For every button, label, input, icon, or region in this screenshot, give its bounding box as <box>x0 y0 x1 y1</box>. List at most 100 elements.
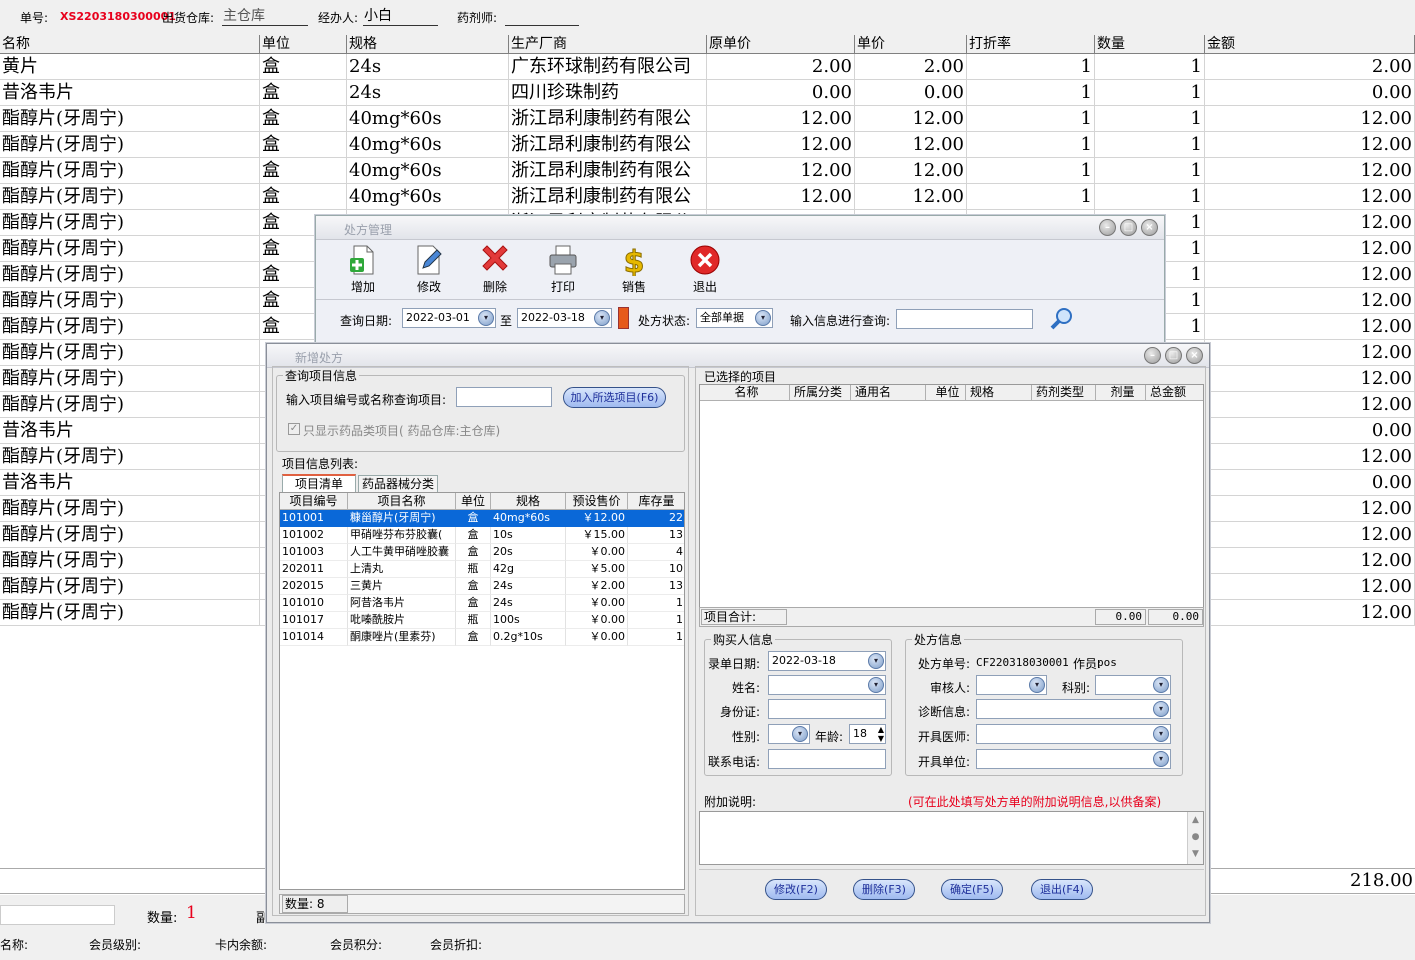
search-icon[interactable] <box>1049 306 1075 332</box>
edit-button[interactable]: 修改 <box>404 244 454 298</box>
new-rx-titlebar[interactable]: 新增处方 – □ × <box>267 344 1209 368</box>
diagnosis-select[interactable]: ▾ <box>976 699 1171 719</box>
table-row[interactable]: 酯醇片(牙周宁)盒40mg*60s浙江昂利康制药有限公12.0012.00111… <box>0 184 1415 210</box>
query-input[interactable] <box>456 387 552 407</box>
sel-col-unit[interactable]: 单位 <box>926 385 966 401</box>
dropdown-icon[interactable]: ▾ <box>868 653 884 669</box>
date-to-picker[interactable]: 2022-03-18 ▾ <box>517 308 612 328</box>
grid-col-amount[interactable]: 金额 <box>1205 35 1415 54</box>
close-icon[interactable]: × <box>1186 347 1203 364</box>
grid-col-name[interactable]: 名称 <box>0 35 260 54</box>
dropdown-icon[interactable]: ▾ <box>1153 677 1169 693</box>
dropdown-icon[interactable]: ▾ <box>1153 751 1169 767</box>
tab-drug-category[interactable]: 药品器械分类 <box>358 475 438 493</box>
minimize-icon[interactable]: – <box>1144 347 1161 364</box>
list-item[interactable]: 101010 阿昔洛韦片盒 24s ￥0.00 1 <box>280 595 684 612</box>
sel-col-spec[interactable]: 规格 <box>966 385 1032 401</box>
note-scrollbar[interactable]: ▲ ● ▼ <box>1187 812 1203 864</box>
col-stock[interactable]: 库存量 <box>628 493 684 510</box>
maximize-icon[interactable]: □ <box>1165 347 1182 364</box>
col-item-name[interactable]: 项目名称 <box>348 493 456 510</box>
sel-col-total[interactable]: 总金额 <box>1146 385 1203 401</box>
maximize-icon[interactable]: □ <box>1120 219 1137 236</box>
col-spec[interactable]: 规格 <box>491 493 566 510</box>
sel-col-name[interactable]: 名称 <box>700 385 790 401</box>
grid-col-maker[interactable]: 生产厂商 <box>509 35 707 54</box>
doctor-select[interactable]: ▾ <box>976 724 1171 744</box>
grid-col-orig-price[interactable]: 原单价 <box>707 35 855 54</box>
barcode-input[interactable] <box>0 905 115 925</box>
grid-col-discount[interactable]: 打折率 <box>967 35 1095 54</box>
delete-button[interactable]: 删除 <box>470 244 520 298</box>
confirm-f5-button[interactable]: 确定(F5) <box>941 879 1003 900</box>
pharmacist-field[interactable] <box>505 5 579 26</box>
grid-col-unit[interactable]: 单位 <box>260 35 347 54</box>
date-toggle-icon[interactable] <box>618 307 629 329</box>
sell-button[interactable]: $ 销售 <box>609 244 659 298</box>
list-item[interactable]: 101001 糠甾醇片(牙周宁) 盒 40mg*60s ￥12.00 22 <box>280 510 684 527</box>
table-row[interactable]: 昔洛韦片盒 24s 四川珍珠制药 0.00 0.00 1 1 0.00 <box>0 80 1415 106</box>
list-item[interactable]: 202015 三黄片盒 24s ￥2.00 13 <box>280 578 684 595</box>
dropdown-icon[interactable]: ▾ <box>755 310 771 326</box>
gender-select[interactable]: ▾ <box>768 724 810 744</box>
dropdown-icon[interactable]: ▾ <box>792 726 808 742</box>
edit-f2-button[interactable]: 修改(F2) <box>765 879 827 900</box>
table-row[interactable]: 酯醇片(牙周宁)盒40mg*60s浙江昂利康制药有限公12.0012.00111… <box>0 106 1415 132</box>
only-drugs-checkbox[interactable]: ✓ <box>288 423 300 435</box>
search-input[interactable] <box>896 309 1033 329</box>
table-row[interactable]: 酯醇片(牙周宁)盒40mg*60s浙江昂利康制药有限公12.0012.00111… <box>0 158 1415 184</box>
dropdown-icon[interactable]: ▾ <box>868 677 884 693</box>
tab-item-list[interactable]: 项目清单 <box>282 474 356 492</box>
selected-list[interactable]: 名称 所属分类 通用名 单位 规格 药剂类型 剂量 总金额 <box>699 384 1204 616</box>
col-item-code[interactable]: 项目编号 <box>280 493 348 510</box>
col-unit[interactable]: 单位 <box>456 493 491 510</box>
dropdown-icon[interactable]: ▾ <box>594 310 610 326</box>
dropdown-icon[interactable]: ▾ <box>1153 701 1169 717</box>
id-card-input[interactable] <box>768 699 886 719</box>
add-button[interactable]: 增加 <box>338 244 388 298</box>
handler-field[interactable]: 小白 <box>363 5 438 26</box>
grid-col-spec[interactable]: 规格 <box>347 35 509 54</box>
dropdown-icon[interactable]: ▾ <box>478 310 494 326</box>
delete-f3-button[interactable]: 删除(F3) <box>853 879 915 900</box>
spin-icon[interactable]: ▲ ▼ <box>878 725 884 743</box>
exit-button[interactable]: 退出 <box>680 244 730 298</box>
list-item[interactable]: 101014 酮康唑片(里素芬) 盒 0.2g*10s ￥0.00 1 <box>280 629 684 646</box>
close-icon[interactable]: × <box>1141 219 1158 236</box>
cell-unit: 盒 <box>260 184 347 210</box>
list-item[interactable]: 101017 吡嗪酰胺片瓶 100s ￥0.00 1 <box>280 612 684 629</box>
minimize-icon[interactable]: – <box>1099 219 1116 236</box>
grid-col-qty[interactable]: 数量 <box>1095 35 1205 54</box>
entry-date-picker[interactable]: 2022-03-18 ▾ <box>768 651 886 671</box>
add-selected-button[interactable]: 加入所选项目(F6) <box>563 387 666 408</box>
item-list[interactable]: 项目编号 项目名称 单位 规格 预设售价 库存量 101001 糠甾醇片(牙周宁)… <box>279 492 685 890</box>
dept-select[interactable]: ▾ <box>1095 675 1171 695</box>
name-select[interactable]: ▾ <box>768 675 886 695</box>
reviewer-select[interactable]: ▾ <box>976 675 1047 695</box>
print-button[interactable]: 打印 <box>538 244 588 298</box>
col-price[interactable]: 预设售价 <box>566 493 628 510</box>
table-row[interactable]: 黄片盒 24s 广东环球制药有限公司 2.00 2.00 1 1 2.00 <box>0 54 1415 80</box>
sel-col-dose[interactable]: 剂量 <box>1096 385 1146 401</box>
rx-manage-titlebar[interactable]: 处方管理 – □ × <box>316 216 1164 240</box>
age-stepper[interactable]: 18 ▲ ▼ <box>849 724 886 744</box>
list-item[interactable]: 101003 人工牛黄甲硝唑胶囊盒 20s ￥0.00 4 <box>280 544 684 561</box>
warehouse-field[interactable]: 主仓库 <box>222 5 308 26</box>
note-textarea[interactable]: ▲ ● ▼ <box>699 811 1204 865</box>
status-select[interactable]: 全部单据 ▾ <box>696 308 773 328</box>
item-spec: 24s <box>491 578 566 595</box>
date-from-picker[interactable]: 2022-03-01 ▾ <box>402 308 496 328</box>
sel-col-category[interactable]: 所属分类 <box>790 385 851 401</box>
cell-name: 酯醇片(牙周宁) <box>0 262 260 288</box>
dropdown-icon[interactable]: ▾ <box>1153 726 1169 742</box>
phone-input[interactable] <box>768 749 886 769</box>
sel-col-generic[interactable]: 通用名 <box>851 385 926 401</box>
dropdown-icon[interactable]: ▾ <box>1029 677 1045 693</box>
sel-col-dosage-type[interactable]: 药剂类型 <box>1032 385 1096 401</box>
issuer-unit-select[interactable]: ▾ <box>976 749 1171 769</box>
exit-f4-button[interactable]: 退出(F4) <box>1031 879 1093 900</box>
table-row[interactable]: 酯醇片(牙周宁)盒40mg*60s浙江昂利康制药有限公12.0012.00111… <box>0 132 1415 158</box>
list-item[interactable]: 202011 上清丸瓶 42g ￥5.00 10 <box>280 561 684 578</box>
grid-col-price[interactable]: 单价 <box>855 35 967 54</box>
list-item[interactable]: 101002 甲硝唑芬布芬胶囊(盒 10s ￥15.00 13 <box>280 527 684 544</box>
